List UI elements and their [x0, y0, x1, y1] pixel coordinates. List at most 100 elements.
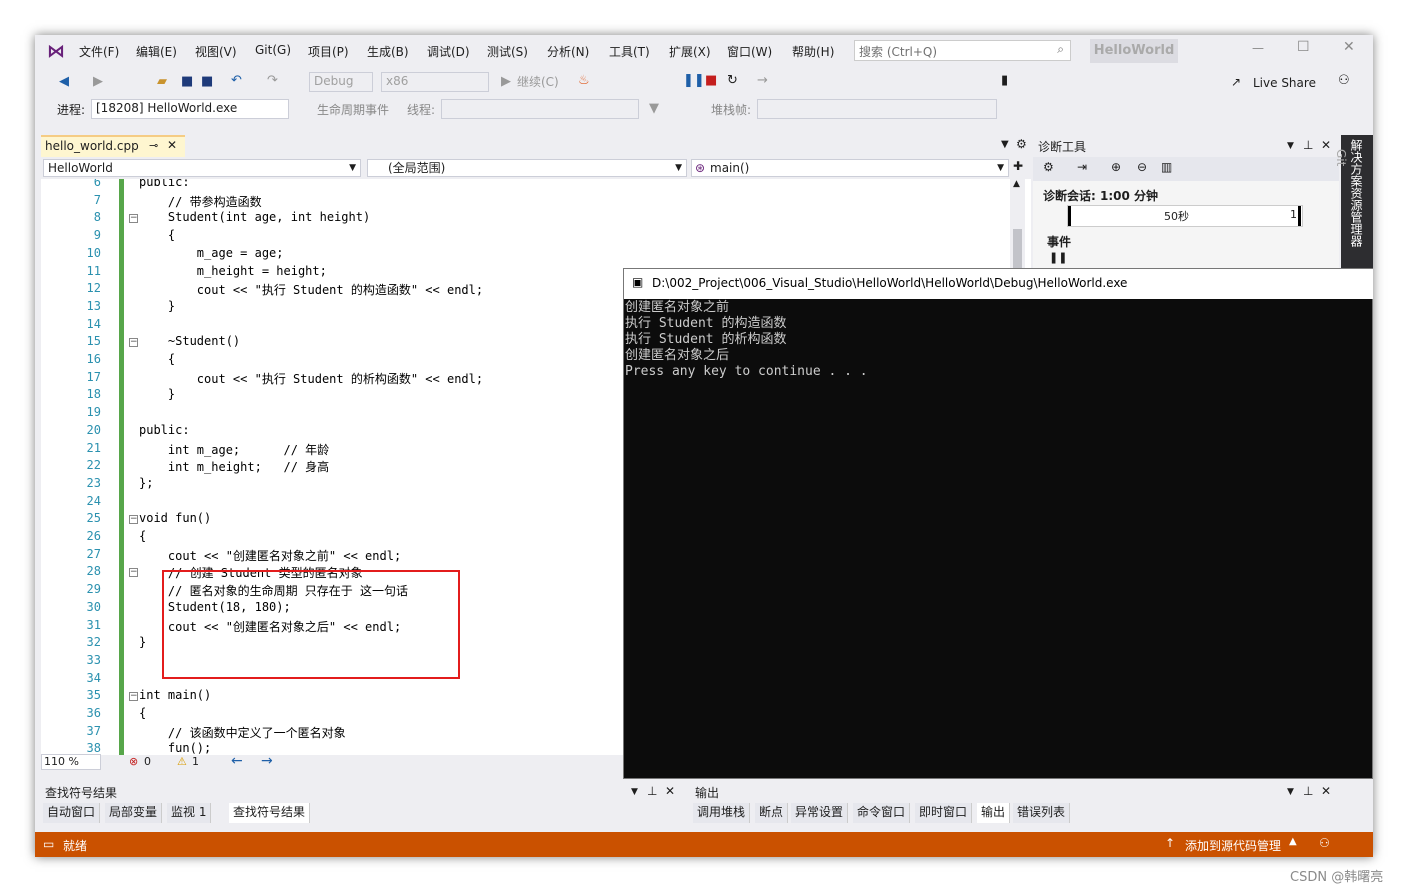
menu-item[interactable]: 生成(B): [367, 43, 409, 60]
back-icon[interactable]: ◀: [59, 73, 69, 91]
solution-explorer-tab[interactable]: 解决方案资源管理器Git: [1334, 135, 1373, 269]
restart-icon[interactable]: ↻: [727, 72, 738, 90]
chart-icon[interactable]: ▥: [1161, 160, 1172, 174]
scope-nav-select[interactable]: (全局范围) ▼: [367, 159, 687, 177]
diag-settings-icon[interactable]: ⚙: [1043, 160, 1054, 174]
next-issue-icon[interactable]: →: [261, 753, 273, 769]
panel-close-icon[interactable]: ✕: [1321, 784, 1331, 798]
panel-pin-icon[interactable]: ⊥: [1303, 138, 1313, 152]
project-nav-select[interactable]: HelloWorld ▼: [43, 159, 361, 177]
continue-button[interactable]: 继续(C): [517, 73, 559, 91]
zoom-select[interactable]: 110 %: [41, 754, 101, 770]
filter-icon[interactable]: ▼: [649, 100, 659, 118]
stop-icon[interactable]: ■: [705, 72, 717, 90]
fold-toggle-icon[interactable]: −: [129, 515, 138, 525]
panel-menu-icon[interactable]: ▼: [1287, 787, 1294, 797]
panel-tab[interactable]: 命令窗口: [853, 803, 911, 823]
events-section[interactable]: 事件: [1047, 233, 1071, 250]
chevron-up-icon[interactable]: ▲: [1289, 836, 1297, 847]
fold-toggle-icon[interactable]: −: [129, 214, 138, 224]
panel-tab[interactable]: 输出: [977, 803, 1011, 823]
menu-item[interactable]: 项目(P): [308, 43, 349, 60]
timeline-ruler[interactable]: 50秒 1:: [1067, 205, 1303, 227]
panel-tab[interactable]: 即时窗口: [915, 803, 973, 823]
hot-reload-icon[interactable]: ♨: [578, 72, 590, 90]
zoom-out-icon[interactable]: ⊖: [1137, 160, 1147, 174]
save-all-icon[interactable]: ■: [201, 73, 213, 91]
fold-toggle-icon[interactable]: −: [129, 692, 138, 702]
panel-tab[interactable]: 局部变量: [105, 803, 163, 823]
split-icon[interactable]: ✚: [1013, 159, 1023, 173]
notifications-icon[interactable]: ⚇: [1319, 836, 1330, 850]
stackframe-select[interactable]: [757, 99, 997, 119]
error-icon[interactable]: ⊗: [129, 755, 138, 768]
panel-tab[interactable]: 查找符号结果: [229, 803, 311, 823]
zoom-in-icon[interactable]: ⊕: [1111, 160, 1121, 174]
menu-item[interactable]: 文件(F): [79, 43, 119, 60]
panel-pin-icon[interactable]: ⊥: [647, 784, 657, 798]
line-number: 26: [86, 529, 101, 543]
console-window[interactable]: ▣ D:\002_Project\006_Visual_Studio\Hello…: [623, 268, 1373, 779]
fold-toggle-icon[interactable]: −: [129, 568, 138, 578]
prev-issue-icon[interactable]: ←: [231, 753, 243, 769]
warning-icon[interactable]: ⚠: [177, 755, 187, 768]
line-number: 13: [86, 298, 101, 313]
maximize-icon[interactable]: ☐: [1297, 39, 1310, 55]
menu-item[interactable]: 视图(V): [195, 43, 237, 60]
live-share-icon[interactable]: ↗: [1231, 73, 1241, 91]
account-icon[interactable]: ⚇: [1338, 72, 1350, 90]
close-icon[interactable]: ✕: [1343, 39, 1355, 55]
diag-export-icon[interactable]: ⇥: [1077, 160, 1087, 174]
pin-icon[interactable]: ⊸: [149, 139, 158, 152]
settings-gear-icon[interactable]: ⚙: [1016, 137, 1027, 151]
panel-tab[interactable]: 错误列表: [1013, 803, 1071, 823]
panel-tab[interactable]: 监视 1: [167, 803, 212, 823]
platform-select[interactable]: x86: [381, 72, 489, 92]
function-nav-select[interactable]: ⊛ main() ▼: [691, 159, 1009, 177]
live-share-button[interactable]: Live Share: [1253, 74, 1316, 92]
vertical-scrollbar[interactable]: ▲: [1010, 179, 1025, 269]
save-icon[interactable]: ■: [181, 73, 193, 91]
redo-icon[interactable]: ↷: [267, 72, 278, 90]
tab-hello-world-cpp[interactable]: hello_world.cpp ⊸ ✕: [41, 135, 185, 157]
forward-icon[interactable]: ▶: [93, 73, 103, 91]
search-input[interactable]: 搜索 (Ctrl+Q) ⌕: [854, 40, 1071, 61]
menu-item[interactable]: 调试(D): [427, 43, 470, 60]
menu-item[interactable]: 帮助(H): [792, 43, 834, 60]
menu-item[interactable]: Git(G): [255, 43, 291, 57]
pause-icon[interactable]: ❚❚: [683, 72, 705, 90]
menu-item[interactable]: 工具(T): [609, 43, 650, 60]
thread-select[interactable]: [441, 99, 639, 119]
tab-list-icon[interactable]: ▼: [1001, 139, 1009, 150]
menu-item[interactable]: 测试(S): [487, 43, 528, 60]
panel-pin-icon[interactable]: ⊥: [1303, 784, 1313, 798]
code-line: int m_age; // 年龄: [139, 442, 330, 457]
panel-close-icon[interactable]: ✕: [1321, 138, 1331, 152]
minimize-icon[interactable]: —: [1252, 41, 1264, 55]
lifecycle-events-button[interactable]: 生命周期事件: [317, 101, 389, 119]
panel-tab[interactable]: 自动窗口: [43, 803, 101, 823]
panel-tab[interactable]: 异常设置: [791, 803, 849, 823]
menu-item[interactable]: 分析(N): [547, 43, 589, 60]
tab-close-icon[interactable]: ✕: [167, 138, 177, 152]
undo-icon[interactable]: ↶: [231, 72, 242, 90]
fold-toggle-icon[interactable]: −: [129, 338, 138, 348]
config-select[interactable]: Debug: [309, 72, 373, 92]
upload-icon[interactable]: ↑: [1165, 836, 1175, 850]
panel-tab[interactable]: 调用堆栈: [693, 803, 751, 823]
panel-menu-icon[interactable]: ▼: [1287, 141, 1294, 151]
open-icon[interactable]: ▰: [157, 73, 167, 91]
menu-item[interactable]: 扩展(X): [669, 43, 711, 60]
menu-item[interactable]: 编辑(E): [136, 43, 177, 60]
bookmark-icon[interactable]: ▮: [1001, 72, 1008, 90]
add-source-control-button[interactable]: 添加到源代码管理: [1185, 837, 1281, 854]
panel-close-icon[interactable]: ✕: [665, 784, 675, 798]
process-select[interactable]: [18208] HelloWorld.exe: [91, 99, 289, 119]
step-into-icon[interactable]: →: [757, 72, 768, 90]
events-pause-icon[interactable]: ❚❚: [1049, 251, 1067, 264]
git-changes-tab[interactable]: Git: [1334, 149, 1348, 166]
panel-tab[interactable]: 断点: [755, 803, 789, 823]
continue-icon[interactable]: ▶: [501, 73, 511, 91]
panel-menu-icon[interactable]: ▼: [631, 787, 638, 797]
menu-item[interactable]: 窗口(W): [727, 43, 772, 60]
